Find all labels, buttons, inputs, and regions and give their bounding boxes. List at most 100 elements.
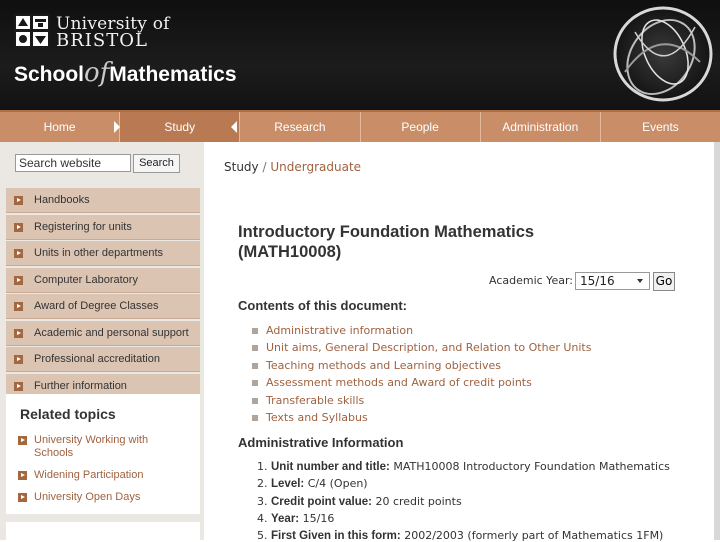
toc-link-label: Texts and Syllabus bbox=[266, 411, 368, 424]
admin-item-key: Year: bbox=[271, 513, 300, 525]
academic-year-select[interactable]: 15/16 bbox=[575, 272, 650, 290]
admin-item-value: C/4 (Open) bbox=[307, 477, 368, 490]
go-button[interactable]: Go bbox=[653, 272, 675, 291]
school-title-suffix: Mathematics bbox=[109, 63, 237, 86]
sidebar-item-label: Computer Laboratory bbox=[34, 273, 138, 286]
square-bullet-icon bbox=[252, 363, 258, 369]
arrow-bullet-icon bbox=[14, 249, 23, 258]
sidebar-item-other-departments[interactable]: Units in other departments bbox=[6, 241, 200, 266]
toc-link-label: Administrative information bbox=[266, 324, 414, 337]
sidebar-item-label: Registering for units bbox=[34, 220, 132, 233]
search-button[interactable]: Search bbox=[133, 154, 180, 173]
nav-events-label: Events bbox=[642, 120, 679, 134]
nav-events[interactable]: Events bbox=[601, 112, 720, 142]
toc-link-unit-aims[interactable]: Unit aims, General Description, and Rela… bbox=[252, 341, 591, 354]
sidebar-item-degree-classes[interactable]: Award of Degree Classes bbox=[6, 294, 200, 319]
toc-link-label: Transferable skills bbox=[266, 394, 365, 407]
sidebar-item-label: Award of Degree Classes bbox=[34, 300, 159, 312]
related-topics-title: Related topics bbox=[20, 406, 116, 422]
admin-item-value: 20 credit points bbox=[375, 495, 462, 508]
sidebar-item-label: Further information bbox=[34, 379, 127, 392]
nav-study-label: Study bbox=[164, 120, 196, 134]
admin-item-number: 1. bbox=[257, 460, 268, 473]
nav-study[interactable]: Study bbox=[120, 112, 241, 142]
sidebar-item-accreditation[interactable]: Professional accreditation bbox=[6, 347, 200, 372]
nav-research[interactable]: Research bbox=[240, 112, 361, 142]
related-link-label: University Open Days bbox=[34, 491, 141, 503]
arrow-bullet-icon bbox=[14, 355, 23, 364]
page-scrollbar[interactable] bbox=[714, 142, 720, 540]
square-bullet-icon bbox=[252, 328, 258, 334]
toc-link-assessment[interactable]: Assessment methods and Award of credit p… bbox=[252, 376, 532, 389]
admin-item-year: 4. Year: 15/16 bbox=[257, 512, 334, 525]
square-bullet-icon bbox=[252, 415, 258, 421]
breadcrumb-current[interactable]: Undergraduate bbox=[270, 160, 361, 174]
square-bullet-icon bbox=[252, 345, 258, 351]
sidebar: Search website Search Handbooks Register… bbox=[0, 142, 204, 540]
admin-item-number: 4. bbox=[257, 512, 268, 525]
nav-administration-label: Administration bbox=[502, 120, 579, 134]
admin-item-unit-title: 1. Unit number and title: MATH10008 Intr… bbox=[257, 460, 670, 473]
nav-people-label: People bbox=[401, 120, 439, 134]
nav-home[interactable]: Home bbox=[0, 112, 121, 142]
admin-item-first-given: 5. First Given in this form: 2002/2003 (… bbox=[257, 529, 663, 542]
arrow-bullet-icon bbox=[14, 302, 23, 311]
sidebar-next-panel bbox=[6, 522, 200, 540]
admin-item-value: 15/16 bbox=[302, 512, 335, 525]
arrow-bullet-icon bbox=[14, 196, 23, 205]
related-link-schools[interactable]: University Working with Schools bbox=[18, 434, 184, 460]
admin-item-number: 3. bbox=[257, 495, 268, 508]
arrow-bullet-icon bbox=[18, 471, 27, 480]
search-input[interactable]: Search website bbox=[15, 154, 131, 172]
sidebar-item-registering[interactable]: Registering for units bbox=[6, 214, 200, 240]
toc-link-syllabus[interactable]: Texts and Syllabus bbox=[252, 411, 368, 424]
sidebar-item-support[interactable]: Academic and personal support bbox=[6, 320, 200, 346]
related-link-open-days[interactable]: University Open Days bbox=[18, 491, 184, 504]
page-title-line2: (MATH10008) bbox=[238, 243, 342, 261]
main-content: Study / Undergraduate Introductory Found… bbox=[204, 142, 714, 542]
toc-link-label: Assessment methods and Award of credit p… bbox=[266, 376, 532, 389]
toc-link-teaching[interactable]: Teaching methods and Learning objectives bbox=[252, 359, 501, 372]
site-header: University of BRISTOL SchoolofMathematic… bbox=[0, 0, 720, 110]
nav-people[interactable]: People bbox=[361, 112, 481, 142]
mathematical-surface-logo-icon bbox=[613, 6, 713, 102]
breadcrumb: Study / Undergraduate bbox=[224, 160, 361, 174]
toc-link-administrative[interactable]: Administrative information bbox=[252, 324, 414, 337]
nav-administration[interactable]: Administration bbox=[481, 112, 601, 142]
admin-item-key: First Given in this form: bbox=[271, 530, 401, 542]
admin-item-value: MATH10008 Introductory Foundation Mathem… bbox=[393, 460, 670, 473]
breadcrumb-root[interactable]: Study bbox=[224, 160, 259, 174]
sidebar-item-handbooks[interactable]: Handbooks bbox=[6, 188, 200, 213]
admin-item-key: Credit point value: bbox=[271, 496, 372, 508]
university-crest-icon bbox=[14, 14, 50, 48]
sidebar-item-computer-lab[interactable]: Computer Laboratory bbox=[6, 267, 200, 293]
school-title-prefix: School bbox=[14, 63, 85, 86]
sidebar-item-label: Professional accreditation bbox=[34, 353, 160, 365]
school-title[interactable]: SchoolofMathematics bbox=[14, 58, 237, 88]
university-name-line2: BRISTOL bbox=[56, 30, 148, 51]
arrow-bullet-icon bbox=[14, 381, 23, 391]
main-navigation: Home Study Research People Administratio… bbox=[0, 110, 720, 142]
toc-link-transferable[interactable]: Transferable skills bbox=[252, 394, 365, 407]
academic-year-value: 15/16 bbox=[580, 274, 615, 288]
admin-item-credit: 3. Credit point value: 20 credit points bbox=[257, 495, 462, 508]
chevron-down-icon bbox=[637, 279, 643, 283]
contents-heading: Contents of this document: bbox=[238, 298, 407, 313]
page-title: Introductory Foundation Mathematics (MAT… bbox=[238, 222, 618, 262]
sidebar-item-label: Units in other departments bbox=[34, 247, 164, 259]
admin-item-number: 5. bbox=[257, 529, 268, 542]
sidebar-menu: Handbooks Registering for units Units in… bbox=[6, 188, 200, 400]
arrow-bullet-icon bbox=[18, 493, 27, 502]
related-link-widening[interactable]: Widening Participation bbox=[18, 469, 184, 482]
sidebar-item-label: Handbooks bbox=[34, 194, 90, 206]
nav-research-label: Research bbox=[274, 120, 326, 134]
nav-home-label: Home bbox=[43, 120, 76, 134]
square-bullet-icon bbox=[252, 380, 258, 386]
related-link-label: University Working with Schools bbox=[34, 434, 149, 459]
toc-link-label: Teaching methods and Learning objectives bbox=[266, 359, 501, 372]
admin-item-number: 2. bbox=[257, 477, 268, 490]
arrow-bullet-icon bbox=[14, 222, 23, 232]
school-title-of: of bbox=[84, 58, 110, 88]
administrative-heading: Administrative Information bbox=[238, 435, 404, 450]
sidebar-item-label: Academic and personal support bbox=[34, 326, 189, 339]
